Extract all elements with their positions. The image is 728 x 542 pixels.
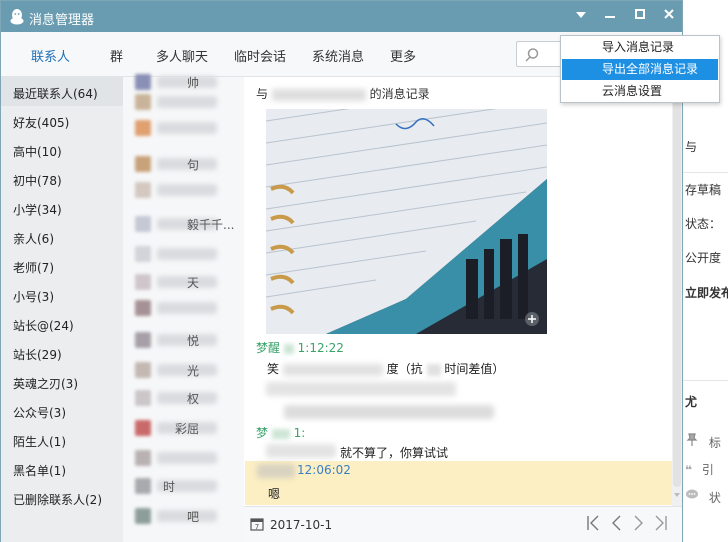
contact-list: 帅 句 毅千千... 天 悦 光 权 彩屈 时 吧 [123,74,244,542]
menu-dropdown-button[interactable] [572,7,590,25]
message-photo[interactable] [266,109,547,334]
search-input[interactable] [516,41,564,67]
next-page-icon [634,515,643,531]
list-item[interactable]: 吧 [135,507,239,525]
list-item[interactable] [135,245,239,263]
message-time: 12:06:02 [297,463,351,477]
first-page-button[interactable] [584,515,602,533]
tab-system-messages[interactable]: 系统消息 [312,46,364,65]
search-icon [525,48,539,62]
message-sender: 梦 1: [256,426,306,440]
history-footer: 7 2017-10-1 [244,506,682,542]
category-strangers[interactable]: 陌生人(1) [13,433,66,450]
record-title: 与 的消息记录 [256,87,430,101]
svg-text:7: 7 [255,523,259,531]
list-item[interactable]: 帅 [135,73,239,91]
bg-quote-row[interactable]: ❝ 引 [685,461,714,478]
next-page-button[interactable] [630,515,648,533]
list-item[interactable]: 悦 [135,331,239,349]
prev-page-icon [612,515,621,531]
message-text: 嗯 [268,487,281,501]
list-item[interactable] [135,181,239,199]
contact-category-list: 最近联系人(64) 好友(405) 高中(10) 初中(78) 小学(34) 亲… [1,77,123,542]
more-options-menu: 导入消息记录 导出全部消息记录 云消息设置 [560,35,720,103]
tab-multi-chat[interactable]: 多人聊天 [156,46,208,65]
category-teachers[interactable]: 老师(7) [13,259,54,276]
category-webmaster-at[interactable]: 站长@(24) [13,317,74,334]
category-game-group[interactable]: 英魂之刃(3) [13,375,78,392]
close-button[interactable] [660,7,678,25]
message-history-panel: 与 的消息记录 梦醒 1:12:22 笑 度（抗 时间差值） 梦 1: 就不算了… [244,77,682,506]
close-icon [664,9,674,19]
current-date: 2017-10-1 [270,518,333,532]
list-item[interactable] [135,93,239,111]
scroll-down-icon[interactable] [672,491,682,499]
list-item[interactable] [135,119,239,137]
category-primary-school[interactable]: 小学(34) [13,201,62,218]
bg-comment-row[interactable]: 状 [685,488,721,506]
screen: 与 存草稿 状态： 公开度 立即发布 尤 标 ❝ 引 状 消息管理器 联系人 群… [0,0,728,542]
calendar-icon[interactable]: 7 [250,517,264,531]
category-friends[interactable]: 好友(405) [13,114,69,131]
tab-groups[interactable]: 群 [110,46,123,65]
quote-icon: ❝ [685,463,693,477]
list-item[interactable]: 权 [135,389,239,407]
list-item[interactable]: 彩屈 [135,419,239,437]
window-title: 消息管理器 [29,13,95,28]
comment-icon [686,489,698,499]
tab-more[interactable]: 更多 [390,46,416,65]
category-alt-accounts[interactable]: 小号(3) [13,288,54,305]
bg-text-2: 尤 [685,395,698,409]
menu-cloud-message-settings[interactable]: 云消息设置 [562,81,718,102]
minimize-icon [605,16,615,18]
menu-import-records[interactable]: 导入消息记录 [562,37,718,58]
list-item[interactable]: 天 [135,273,239,291]
last-page-icon [655,515,667,531]
notebook-photo [266,109,547,334]
prev-page-button[interactable] [607,515,625,533]
bg-text: 与 [685,140,698,154]
bg-publish-label[interactable]: 立即发布 [685,284,728,301]
bg-visibility-label: 公开度 [685,251,722,265]
category-official-accounts[interactable]: 公众号(3) [13,404,66,421]
qq-penguin-icon [10,9,24,25]
category-relatives[interactable]: 亲人(6) [13,230,54,247]
bg-pin-row[interactable]: 标 [685,433,721,451]
message-text: 笑 度（抗 时间差值） [267,362,505,376]
message-sender: 梦醒 1:12:22 [256,341,344,355]
bg-save-draft-label[interactable]: 存草稿 [685,181,721,198]
tab-contacts[interactable]: 联系人 [31,46,70,65]
last-page-button[interactable] [652,515,670,533]
title-bar[interactable]: 消息管理器 [1,1,682,32]
list-item[interactable]: 光 [135,361,239,379]
caret-down-icon [576,12,586,18]
scrollbar[interactable] [672,77,682,506]
list-item[interactable] [135,449,239,467]
category-blacklist[interactable]: 黑名单(1) [13,462,66,479]
category-middle-school[interactable]: 初中(78) [13,172,62,189]
category-deleted-contacts[interactable]: 已删除联系人(2) [13,491,102,508]
scroll-thumb[interactable] [673,97,681,487]
tab-temp-session[interactable]: 临时会话 [234,46,286,65]
first-page-icon [587,515,599,531]
pin-icon [686,433,698,446]
bg-status-label: 状态： [685,217,722,231]
menu-export-all-records[interactable]: 导出全部消息记录 [562,59,718,80]
maximize-button[interactable] [631,7,649,25]
category-webmaster[interactable]: 站长(29) [13,346,62,363]
message-text: 就不算了，你算试试 [340,446,449,460]
maximize-icon [635,9,645,19]
list-item[interactable]: 时 [135,477,239,495]
category-high-school[interactable]: 高中(10) [13,143,62,160]
minimize-button[interactable] [601,7,619,25]
category-recent[interactable]: 最近联系人(64) [13,85,98,102]
highlighted-message[interactable]: 12:06:02 嗯 [245,461,672,505]
list-item[interactable] [135,299,239,317]
list-item[interactable]: 句 [135,155,239,173]
list-item[interactable]: 毅千千... [135,215,239,233]
